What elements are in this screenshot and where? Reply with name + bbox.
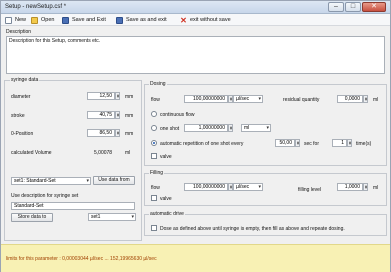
one-shot-unit-value: ml xyxy=(244,125,250,131)
auto-repetition-input[interactable]: 50,00 xyxy=(275,139,295,147)
filling-level-label: filling level xyxy=(298,187,322,193)
zero-position-label: 0-Position xyxy=(11,131,34,137)
window-title: Setup - newSetup.csf * xyxy=(5,4,67,10)
description-textarea[interactable]: Description for this Setup, comments etc… xyxy=(6,36,385,74)
one-shot-input[interactable]: 1,00000000 xyxy=(184,124,228,132)
limits-status-bar: limits for this parameter : 0,00003044 µ… xyxy=(1,244,390,272)
calculated-volume-value: 5,00078 xyxy=(94,150,113,156)
filling-level-unit: ml xyxy=(373,185,379,191)
set-description-input[interactable]: Standard-Set xyxy=(11,202,135,210)
save-as-exit-label: Save as and exit xyxy=(126,17,167,23)
dosing-flow-unit-value: µl/sec xyxy=(236,96,250,102)
zero-position-input[interactable]: 86,50 xyxy=(87,129,115,137)
chevron-down-icon: ▾ xyxy=(258,96,261,102)
limits-status-text: limits for this parameter : 0,00003044 µ… xyxy=(6,256,157,262)
minimize-button[interactable]: – xyxy=(328,2,344,12)
description-title: Description xyxy=(6,29,32,35)
times-label: time(s) xyxy=(356,141,372,147)
automatic-drive-title: automatic drive xyxy=(149,211,185,217)
zero-position-spinner[interactable] xyxy=(115,129,120,137)
filling-flow-input[interactable]: 100,00000000 xyxy=(184,183,228,191)
one-shot-spinner[interactable] xyxy=(228,124,233,132)
calculated-volume-label: calculated Volume xyxy=(11,150,52,156)
open-label: Open xyxy=(41,17,55,23)
continuous-flow-radio[interactable] xyxy=(151,111,157,117)
save-icon xyxy=(62,16,69,24)
residual-quantity-input[interactable]: 0,0000 xyxy=(337,95,363,103)
use-data-button[interactable]: Use data from xyxy=(93,176,135,185)
chevron-down-icon: ▾ xyxy=(258,184,261,190)
diameter-spinner[interactable] xyxy=(115,92,120,100)
filling-level-spinner[interactable] xyxy=(363,183,368,191)
automatic-drive-group xyxy=(144,214,387,236)
chevron-down-icon: ▾ xyxy=(266,125,269,131)
stroke-spinner[interactable] xyxy=(115,111,120,119)
filling-title: Filling xyxy=(149,170,165,176)
auto-repetition-label: automatic repetition of one shot every xyxy=(160,141,244,147)
dosing-flow-label: flow xyxy=(151,97,160,103)
one-shot-label: one shot xyxy=(160,126,180,132)
chevron-down-icon: ▾ xyxy=(86,178,89,184)
folder-icon xyxy=(31,16,38,24)
one-shot-radio[interactable] xyxy=(151,125,157,131)
maximize-button[interactable]: □ xyxy=(345,2,361,12)
close-button[interactable]: ✕ xyxy=(362,2,386,12)
stroke-input[interactable]: 40,75 xyxy=(87,111,115,119)
use-description-label: Use description for syringe set xyxy=(11,193,79,199)
filling-valve-label: valve xyxy=(160,196,172,202)
filling-flow-label: flow xyxy=(151,185,160,191)
filling-flow-unit-value: µl/sec xyxy=(236,184,250,190)
auto-repetition-spinner[interactable] xyxy=(295,139,300,147)
toolbar: New Open Save and Exit Save as and exit … xyxy=(1,14,390,26)
exit-without-save-button[interactable]: ✕ exit without save xyxy=(180,15,231,25)
residual-quantity-spinner[interactable] xyxy=(363,95,368,103)
store-set-select[interactable]: set1 ▾ xyxy=(88,213,136,221)
filling-valve-checkbox[interactable] xyxy=(151,195,157,201)
times-input[interactable]: 1 xyxy=(332,139,347,147)
dosing-valve-label: valve xyxy=(160,154,172,160)
filling-level-input[interactable]: 1,0000 xyxy=(337,183,363,191)
residual-quantity-label: residual quantity xyxy=(283,97,320,103)
dosing-valve-checkbox[interactable] xyxy=(151,153,157,159)
syringe-data-title: syringe data xyxy=(10,77,40,83)
save-as-exit-button[interactable]: Save as and exit xyxy=(116,15,167,25)
continuous-flow-label: continuous flow xyxy=(160,112,195,118)
dosing-flow-unit-select[interactable]: µl/sec ▾ xyxy=(233,95,263,103)
new-label: New xyxy=(15,17,27,23)
auto-repetition-radio[interactable] xyxy=(151,140,157,146)
save-as-icon xyxy=(116,16,123,24)
zero-position-unit: mm xyxy=(125,131,134,137)
automatic-drive-label: Dose as defined above until syringe is e… xyxy=(160,226,345,232)
residual-quantity-unit: ml xyxy=(373,97,379,103)
store-data-button[interactable]: Store data to xyxy=(11,213,53,222)
red-x-icon: ✕ xyxy=(180,15,187,25)
times-spinner[interactable] xyxy=(347,139,352,147)
chevron-down-icon: ▾ xyxy=(131,214,134,220)
filling-flow-unit-select[interactable]: µl/sec ▾ xyxy=(233,183,263,191)
syringe-set-select[interactable]: set1: Standard-Set ▾ xyxy=(11,177,91,185)
sec-for-label: sec for xyxy=(304,141,320,147)
diameter-unit: mm xyxy=(125,94,134,100)
syringe-set-select-value: set1: Standard-Set xyxy=(14,178,56,184)
dosing-flow-input[interactable]: 100,00000000 xyxy=(184,95,228,103)
new-file-icon xyxy=(5,16,12,24)
stroke-label: stroke xyxy=(11,113,25,119)
save-exit-button[interactable]: Save and Exit xyxy=(62,15,106,25)
exit-without-save-label: exit without save xyxy=(190,17,231,23)
open-button[interactable]: Open xyxy=(31,15,54,25)
title-bar: Setup - newSetup.csf * – □ ✕ xyxy=(1,1,390,14)
new-button[interactable]: New xyxy=(5,15,26,25)
save-exit-label: Save and Exit xyxy=(72,17,106,23)
diameter-label: diameter xyxy=(11,94,31,100)
dosing-title: Dosing xyxy=(149,81,167,87)
diameter-input[interactable]: 12,50 xyxy=(87,92,115,100)
one-shot-unit-select[interactable]: ml ▾ xyxy=(241,124,271,132)
automatic-drive-checkbox[interactable] xyxy=(151,225,157,231)
stroke-unit: mm xyxy=(125,113,134,119)
calculated-volume-unit: ml xyxy=(125,150,131,156)
setup-window: Setup - newSetup.csf * – □ ✕ New Open Sa… xyxy=(0,0,391,272)
store-set-select-value: set1 xyxy=(91,214,101,220)
